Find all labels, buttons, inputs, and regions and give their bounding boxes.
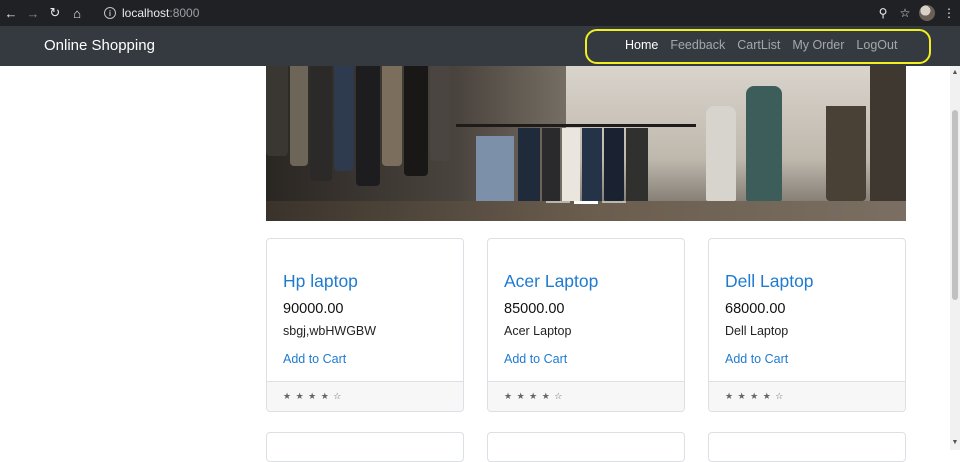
carousel-garment [542, 128, 560, 208]
scroll-down-icon[interactable]: ▼ [950, 438, 960, 448]
product-description: sbgj,wbHWGBW [283, 324, 377, 338]
product-rating: ★ ★ ★ ★ ☆ [709, 381, 905, 411]
star-icon[interactable]: ☆ [894, 0, 916, 26]
carousel-garment [266, 66, 288, 156]
product-price: 85000.00 [504, 301, 565, 317]
carousel-garment [562, 128, 580, 210]
carousel-garment [476, 136, 514, 206]
product-price: 90000.00 [283, 301, 344, 317]
carousel-garment [310, 66, 332, 181]
product-rating: ★ ★ ★ ★ ☆ [488, 381, 684, 411]
reload-icon[interactable]: ↻ [44, 0, 66, 26]
zoom-icon[interactable]: ⚲ [872, 0, 894, 26]
product-title[interactable]: Dell Laptop [725, 271, 814, 292]
page-scrollbar[interactable]: ▲ ▼ [950, 66, 960, 450]
carousel-garment [826, 106, 866, 201]
url-port: :8000 [169, 6, 200, 20]
carousel-garment [582, 128, 602, 206]
hero-carousel[interactable] [266, 66, 906, 221]
carousel-garment [626, 128, 648, 206]
product-card [266, 432, 464, 462]
product-description: Acer Laptop [504, 324, 572, 338]
carousel-rail [456, 124, 696, 127]
carousel-garment [334, 66, 354, 171]
address-bar[interactable]: i localhost:8000 [98, 3, 828, 23]
carousel-garment [430, 66, 450, 161]
forward-icon[interactable]: → [22, 0, 44, 26]
product-card [708, 432, 906, 462]
nav-logout[interactable]: LogOut [856, 38, 897, 52]
carousel-floor [266, 201, 906, 221]
scroll-thumb[interactable] [952, 110, 958, 300]
product-title[interactable]: Acer Laptop [504, 271, 598, 292]
carousel-indicator-2[interactable] [574, 201, 598, 204]
profile-button[interactable] [916, 0, 938, 26]
product-price: 68000.00 [725, 301, 786, 317]
nav-links: Home Feedback CartList My Order LogOut [625, 38, 909, 52]
site-navbar: Online Shopping Home Feedback CartList M… [0, 26, 960, 66]
add-to-cart-button[interactable]: Add to Cart [725, 352, 788, 366]
brand-link[interactable]: Online Shopping [44, 37, 155, 54]
carousel-garment [404, 66, 428, 176]
carousel-garment [870, 66, 906, 206]
scroll-up-icon[interactable]: ▲ [950, 68, 960, 78]
carousel-indicator-1[interactable] [546, 201, 570, 203]
carousel-garment [356, 66, 380, 186]
menu-icon[interactable]: ⋮ [938, 0, 960, 26]
product-card: Acer Laptop 85000.00 Acer Laptop Add to … [487, 238, 685, 412]
product-rating: ★ ★ ★ ★ ☆ [267, 381, 463, 411]
browser-toolbar: ← → ↻ ⌂ i localhost:8000 ⚲ ☆ ⋮ [0, 0, 960, 26]
product-card [487, 432, 685, 462]
product-description: Dell Laptop [725, 324, 789, 338]
nav-my-order[interactable]: My Order [792, 38, 844, 52]
avatar [919, 5, 935, 21]
carousel-person [706, 106, 736, 201]
carousel-garment [290, 66, 308, 166]
product-card: Dell Laptop 68000.00 Dell Laptop Add to … [708, 238, 906, 412]
url-host: localhost [122, 6, 170, 20]
back-icon[interactable]: ← [0, 0, 22, 26]
product-title[interactable]: Hp laptop [283, 271, 358, 292]
home-icon[interactable]: ⌂ [66, 0, 88, 26]
carousel-indicator-3[interactable] [602, 201, 626, 203]
nav-home[interactable]: Home [625, 38, 658, 52]
add-to-cart-button[interactable]: Add to Cart [504, 352, 567, 366]
carousel-person [746, 86, 782, 201]
nav-feedback[interactable]: Feedback [670, 38, 725, 52]
carousel-garment [604, 128, 624, 203]
carousel-garment [518, 128, 540, 206]
nav-cartlist[interactable]: CartList [737, 38, 780, 52]
carousel-indicators [546, 201, 626, 204]
add-to-cart-button[interactable]: Add to Cart [283, 352, 346, 366]
info-icon[interactable]: i [104, 7, 116, 19]
carousel-garment [382, 66, 402, 166]
product-card: Hp laptop 90000.00 sbgj,wbHWGBW Add to C… [266, 238, 464, 412]
